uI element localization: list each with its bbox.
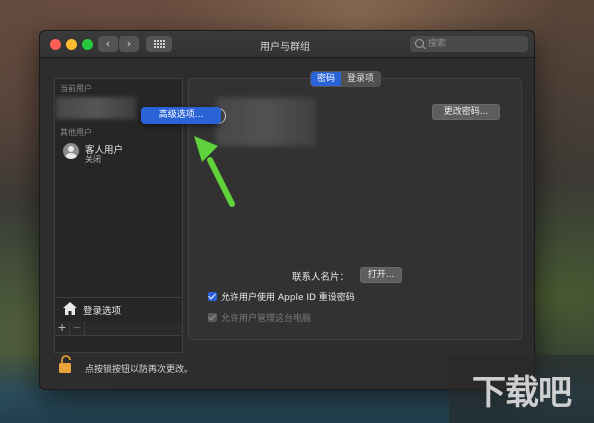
contact-card-label: 联系人名片： xyxy=(292,272,350,283)
watermark: 下载吧 xyxy=(449,355,594,423)
allow-reset-label: 允许用户使用 Apple ID 重设密码 xyxy=(221,293,355,303)
chevron-right-icon: › xyxy=(126,37,132,50)
advanced-options-menu-item[interactable]: 高级选项... xyxy=(141,107,221,124)
allow-admin-row: 允许用户管理这台电脑 xyxy=(208,311,311,324)
search-placeholder: 搜索 xyxy=(428,39,447,49)
title-bar: ‹ › 用户与群组 搜索 xyxy=(40,31,534,58)
add-user-button[interactable]: + xyxy=(55,322,70,335)
house-icon xyxy=(63,302,77,315)
login-options-label: 登录选项 xyxy=(83,306,122,317)
tab-password[interactable]: 密码 xyxy=(311,72,342,86)
add-remove-bar: + − xyxy=(54,322,183,336)
current-user-item[interactable] xyxy=(56,97,136,119)
show-all-button[interactable] xyxy=(146,36,172,52)
search-icon xyxy=(415,39,424,48)
chevron-left-icon: ‹ xyxy=(105,37,111,50)
preferences-window: ‹ › 用户与群组 搜索 当前用户 其他用户 客人用户 关闭 登录选项 + − … xyxy=(39,30,535,390)
allow-reset-checkbox[interactable] xyxy=(208,292,217,301)
allow-reset-row[interactable]: 允许用户使用 Apple ID 重设密码 xyxy=(208,290,355,303)
lock-icon[interactable] xyxy=(59,355,73,373)
pointer-arrow-icon xyxy=(194,136,235,207)
login-options-item[interactable]: 登录选项 xyxy=(55,297,182,320)
back-button[interactable]: ‹ xyxy=(98,36,118,52)
allow-admin-label: 允许用户管理这台电脑 xyxy=(221,314,312,324)
window-title: 用户与群组 xyxy=(260,42,310,53)
zoom-button[interactable] xyxy=(82,39,93,50)
watermark-text: 下载吧 xyxy=(472,372,572,413)
search-field[interactable]: 搜索 xyxy=(410,36,528,52)
minimize-button[interactable] xyxy=(66,39,77,50)
lock-hint-text: 点按锁按钮以防再次更改。 xyxy=(85,365,194,375)
guest-avatar-icon xyxy=(63,143,79,159)
forward-button[interactable]: › xyxy=(119,36,139,52)
change-password-button[interactable]: 更改密码... xyxy=(432,104,500,120)
grid-icon xyxy=(153,40,165,48)
tab-group: 密码 登录项 xyxy=(310,71,382,87)
open-contact-button[interactable]: 打开... xyxy=(360,267,402,283)
guest-user-status: 关闭 xyxy=(85,155,101,164)
remove-user-button[interactable]: − xyxy=(70,322,85,335)
other-users-label: 其他用户 xyxy=(60,128,92,137)
tab-login-items[interactable]: 登录项 xyxy=(341,72,381,86)
current-users-label: 当前用户 xyxy=(60,84,92,93)
close-button[interactable] xyxy=(50,39,61,50)
allow-admin-checkbox xyxy=(208,313,217,322)
